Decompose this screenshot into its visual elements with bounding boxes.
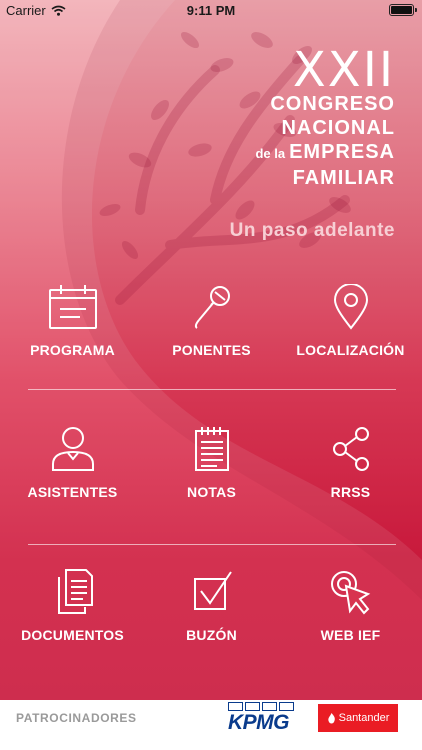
menu-asistentes[interactable]: ASISTENTES: [2, 426, 143, 500]
santander-logo[interactable]: Santander: [318, 704, 398, 732]
documents-icon: [57, 569, 93, 614]
share-icon: [332, 427, 369, 471]
clock: 9:11 PM: [186, 3, 236, 18]
web-ief-label: WEB IEF: [320, 627, 381, 643]
localizacion-label: LOCALIZACIÓN: [296, 342, 405, 358]
menu-notas[interactable]: NOTAS: [141, 426, 282, 500]
title-line-nacional: NACIONAL: [281, 117, 395, 139]
microphone-icon: [194, 286, 230, 329]
menu-web-ief[interactable]: WEB IEF: [280, 569, 421, 643]
sponsors-label: PATROCINADORES: [16, 711, 137, 725]
tagline: Un paso adelante: [229, 220, 395, 241]
santander-wordmark: Santander: [338, 712, 390, 724]
kpmg-wordmark: KPMG: [228, 711, 290, 734]
rrss-label: RRSS: [330, 484, 371, 500]
congress-title: XXII CONGRESO NACIONAL de la EMPRESA FAMI…: [255, 42, 395, 190]
notepad-icon: [194, 427, 229, 471]
menu-buzon[interactable]: BUZÓN: [141, 569, 282, 643]
checkbox-icon: [193, 571, 232, 610]
documentos-label: DOCUMENTOS: [21, 627, 124, 643]
sponsors-footer: PATROCINADORES KPMG Santander: [0, 700, 422, 750]
row-divider: [28, 544, 396, 545]
title-line-congreso: CONGRESO: [270, 93, 395, 115]
menu-programa[interactable]: PROGRAMA: [2, 284, 143, 358]
title-line-empresa: de la EMPRESA: [255, 140, 395, 166]
menu-localizacion[interactable]: LOCALIZACIÓN: [280, 284, 421, 358]
menu-rrss[interactable]: RRSS: [280, 426, 421, 500]
title-line-familiar: FAMILIAR: [292, 167, 395, 189]
home-screen: Carrier 9:11 PM XXII CONGRESO NACIONAL d…: [0, 0, 422, 700]
menu-ponentes[interactable]: PONENTES: [141, 284, 282, 358]
battery-icon: [389, 4, 417, 16]
ponentes-label: PONENTES: [172, 342, 251, 358]
kpmg-logo[interactable]: KPMG: [228, 702, 296, 738]
location-pin-icon: [333, 284, 368, 330]
title-prefix: de la: [255, 146, 286, 161]
buzon-label: BUZÓN: [186, 627, 237, 643]
kpmg-boxes: [228, 702, 296, 711]
cursor-click-icon: [330, 571, 370, 615]
notas-label: NOTAS: [187, 484, 236, 500]
status-bar: Carrier 9:11 PM: [0, 0, 422, 22]
user-icon: [51, 427, 94, 471]
row-divider: [28, 389, 396, 390]
asistentes-label: ASISTENTES: [27, 484, 118, 500]
santander-flame-icon: [327, 712, 335, 723]
calendar-icon: [48, 285, 97, 329]
programa-label: PROGRAMA: [30, 342, 115, 358]
title-word-empresa: EMPRESA: [289, 141, 395, 163]
edition-numeral: XXII: [292, 42, 395, 98]
menu-documentos[interactable]: DOCUMENTOS: [2, 569, 143, 643]
